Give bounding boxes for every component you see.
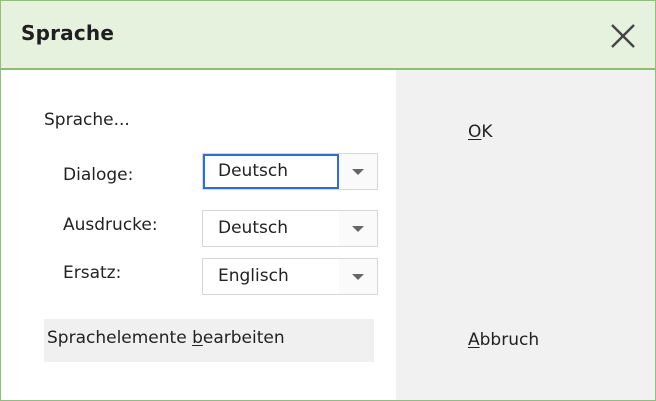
edit-language-elements-button[interactable]: Sprachelemente bearbeiten xyxy=(44,319,374,362)
dialogs-dropdown-button[interactable] xyxy=(339,154,377,189)
chevron-down-icon xyxy=(352,274,364,280)
fallback-dropdown-button[interactable] xyxy=(339,259,377,294)
fallback-language-value: Englisch xyxy=(218,266,289,286)
chevron-down-icon xyxy=(352,169,364,175)
dialog-title: Sprache xyxy=(21,21,115,45)
fallback-language-field[interactable]: Englisch xyxy=(203,259,339,294)
printouts-language-select[interactable]: Deutsch xyxy=(202,210,378,247)
chevron-down-icon xyxy=(352,226,364,232)
fallback-label: Ersatz: xyxy=(63,263,122,283)
close-x-icon xyxy=(611,24,635,48)
action-panel: OK Abbruch xyxy=(396,70,655,400)
edit-language-elements-label: Sprachelemente bearbeiten xyxy=(47,328,285,348)
ok-button[interactable]: OK xyxy=(468,122,493,142)
title-bar: Sprache xyxy=(1,1,655,70)
dialogs-language-value: Deutsch xyxy=(218,161,288,181)
dialogs-language-field[interactable]: Deutsch xyxy=(203,154,339,189)
cancel-button[interactable]: Abbruch xyxy=(468,330,539,350)
settings-panel: Sprache... Dialoge: Deutsch Ausdrucke: D… xyxy=(1,70,396,400)
dialogs-label: Dialoge: xyxy=(63,165,134,185)
dialogs-language-select[interactable]: Deutsch xyxy=(202,153,378,190)
printouts-dropdown-button[interactable] xyxy=(339,211,377,246)
fallback-language-select[interactable]: Englisch xyxy=(202,258,378,295)
printouts-label: Ausdrucke: xyxy=(63,215,158,235)
printouts-language-value: Deutsch xyxy=(218,218,288,238)
close-icon[interactable] xyxy=(609,22,637,50)
section-label: Sprache... xyxy=(44,110,130,130)
language-dialog: Sprache Sprache... Dialoge: Deutsch Ausd… xyxy=(0,0,656,401)
printouts-language-field[interactable]: Deutsch xyxy=(203,211,339,246)
